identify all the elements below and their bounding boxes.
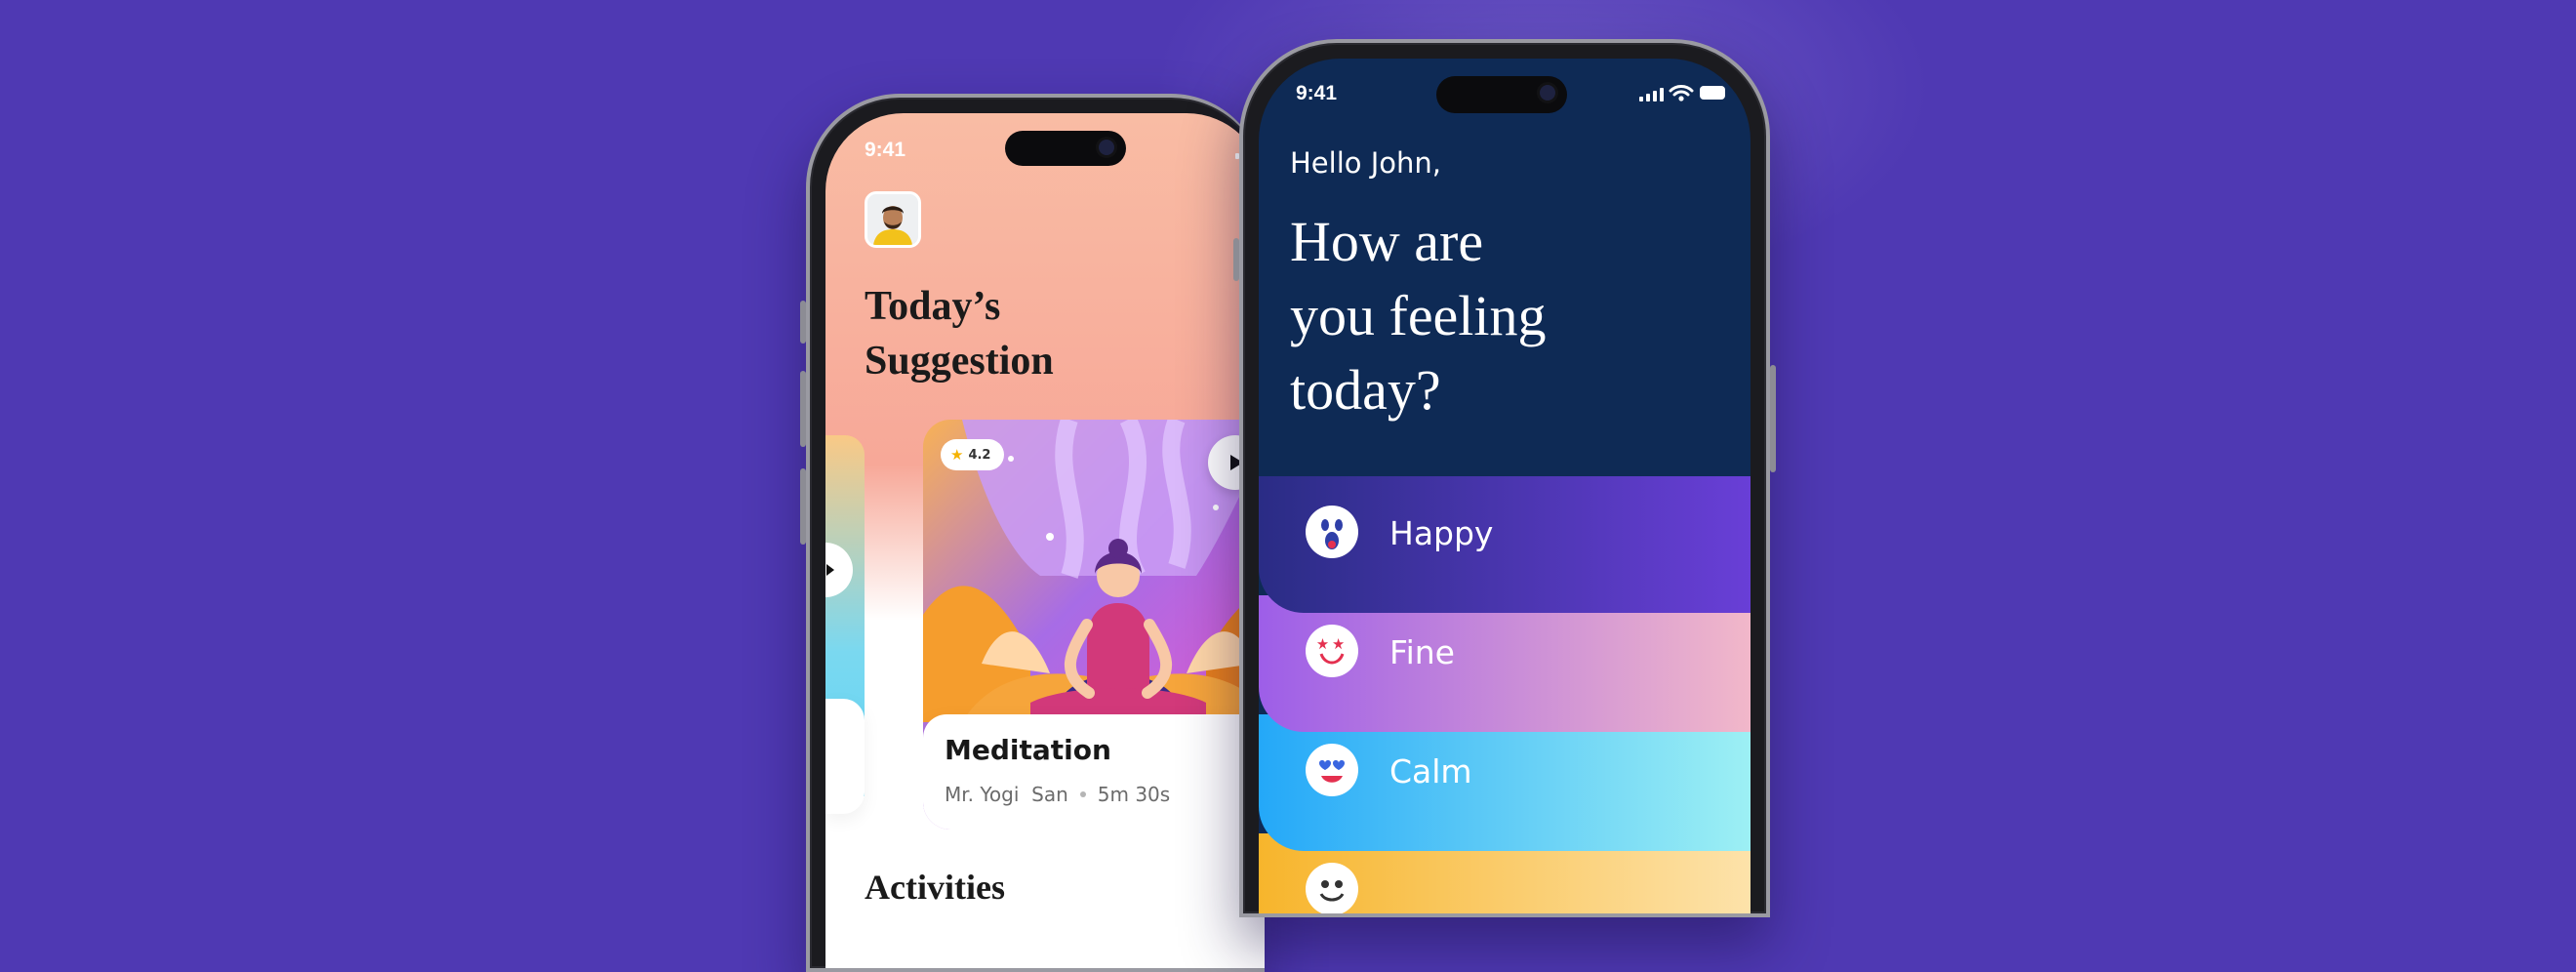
mood-question: How are you feeling today?	[1290, 205, 1700, 427]
meditation-card[interactable]: ★ 4.2 Meditation Mr. Yogi San 5m 30s	[923, 420, 1265, 830]
greeting: Hello John,	[1290, 146, 1441, 180]
mood-label-happy: Happy	[1389, 514, 1494, 552]
phone-side-button	[800, 301, 806, 344]
status-time: 9:41	[1296, 82, 1338, 104]
page-title-line-1: Today’s	[865, 284, 1001, 329]
card-info: Meditation Mr. Yogi San 5m 30s	[923, 714, 1265, 830]
separator-dot	[1079, 791, 1086, 797]
section-heading-activities: Activities	[865, 868, 1005, 907]
starry-eyed-face-icon	[1306, 625, 1358, 677]
phone-mood-check: 9:41 Hello John, How are you feeling tod…	[1233, 39, 1776, 917]
avatar-photo	[867, 194, 918, 245]
battery-icon	[1700, 86, 1725, 100]
previous-card-info	[825, 699, 865, 814]
page-title: Today’s Suggestion	[865, 279, 1235, 388]
mood-screen: 9:41 Hello John, How are you feeling tod…	[1259, 59, 1751, 913]
card-author: Mr. Yogi San	[945, 783, 1068, 806]
card-duration: 5m 30s	[1097, 783, 1171, 806]
phone-suggestions: 9:41 Today’s Suggestion ★ 4.2 Meditation…	[800, 94, 1265, 972]
phone-volume-up	[800, 371, 806, 447]
surprised-face-icon	[1306, 506, 1358, 558]
mood-question-line-1: How are	[1290, 210, 1484, 273]
mood-option-happy[interactable]: Happy	[1259, 476, 1751, 613]
card-meta: Mr. Yogi San 5m 30s	[945, 783, 1170, 806]
mood-option-calm[interactable]: Calm	[1259, 714, 1751, 851]
user-avatar[interactable]	[865, 191, 921, 248]
star-icon: ★	[950, 446, 964, 464]
signal-icon	[1639, 88, 1664, 101]
status-time: 9:41	[865, 139, 906, 161]
mood-label-fine: Fine	[1389, 633, 1455, 671]
wifi-icon	[1669, 85, 1694, 101]
mood-label-calm: Calm	[1389, 752, 1472, 790]
dynamic-island	[1005, 131, 1126, 166]
phone-side-button	[1233, 238, 1239, 281]
rating-value: 4.2	[968, 447, 991, 463]
mood-question-line-3: today?	[1290, 358, 1441, 422]
phone-volume-down	[800, 468, 806, 545]
dynamic-island	[1436, 76, 1567, 113]
page-title-line-2: Suggestion	[865, 339, 1054, 384]
smiling-face-icon	[1306, 863, 1358, 913]
heart-eyes-face-icon	[1306, 744, 1358, 796]
mood-option-fine[interactable]: Fine	[1259, 595, 1751, 732]
play-icon	[826, 564, 834, 576]
suggestions-screen: 9:41 Today’s Suggestion ★ 4.2 Meditation…	[825, 113, 1265, 968]
phone-power-button	[1770, 365, 1776, 472]
rating-badge: ★ 4.2	[941, 439, 1005, 470]
mood-question-line-2: you feeling	[1290, 284, 1547, 347]
card-title: Meditation	[945, 734, 1111, 766]
